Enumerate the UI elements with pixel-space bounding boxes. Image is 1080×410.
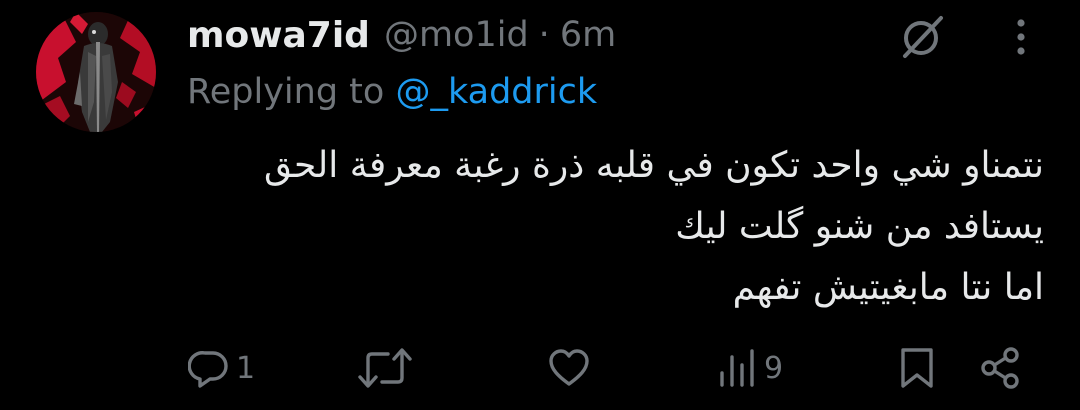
timestamp[interactable]: 6m xyxy=(560,15,616,55)
reply-count: 1 xyxy=(236,350,256,386)
tweet-header: mowa7id @mo1id · 6m xyxy=(187,10,616,60)
avatar[interactable] xyxy=(36,12,156,132)
replying-to: Replying to @_kaddrick xyxy=(187,72,597,112)
views-count: 9 xyxy=(764,350,784,386)
reply-button[interactable]: 1 xyxy=(188,340,255,396)
user-handle[interactable]: @mo1id xyxy=(384,15,529,55)
tweet-body-line: اما نتا مابغيتيش تفهم xyxy=(732,267,1044,308)
views-icon xyxy=(720,349,754,387)
repost-button[interactable] xyxy=(356,340,420,396)
separator-dot: · xyxy=(538,15,550,55)
share-button[interactable] xyxy=(980,340,1022,396)
more-options-icon[interactable] xyxy=(1006,14,1036,60)
replying-handle-link[interactable]: @_kaddrick xyxy=(395,72,597,112)
like-icon xyxy=(549,349,589,386)
bookmark-icon xyxy=(901,348,933,388)
like-button[interactable] xyxy=(548,340,596,396)
grok-icon[interactable] xyxy=(897,14,947,60)
action-bar: 1 9 xyxy=(0,340,1080,396)
repost-icon xyxy=(358,348,412,388)
share-icon xyxy=(981,347,1019,389)
tweet-body-line: يستافد من شنو گلت ليك xyxy=(675,206,1044,247)
tweet-body: نتمناو شي واحد تكون في قلبه ذرة رغبة معر… xyxy=(144,135,1044,318)
views-button[interactable]: 9 xyxy=(718,340,783,396)
replying-prefix: Replying to xyxy=(187,72,385,112)
tweet[interactable]: mowa7id @mo1id · 6m Replying to @_kaddri… xyxy=(0,0,1080,410)
avatar-image xyxy=(36,12,156,132)
tweet-body-line: نتمناو شي واحد تكون في قلبه ذرة رغبة معر… xyxy=(264,145,1044,186)
reply-icon xyxy=(188,351,228,388)
bookmark-button[interactable] xyxy=(898,340,936,396)
display-name[interactable]: mowa7id xyxy=(187,15,370,56)
